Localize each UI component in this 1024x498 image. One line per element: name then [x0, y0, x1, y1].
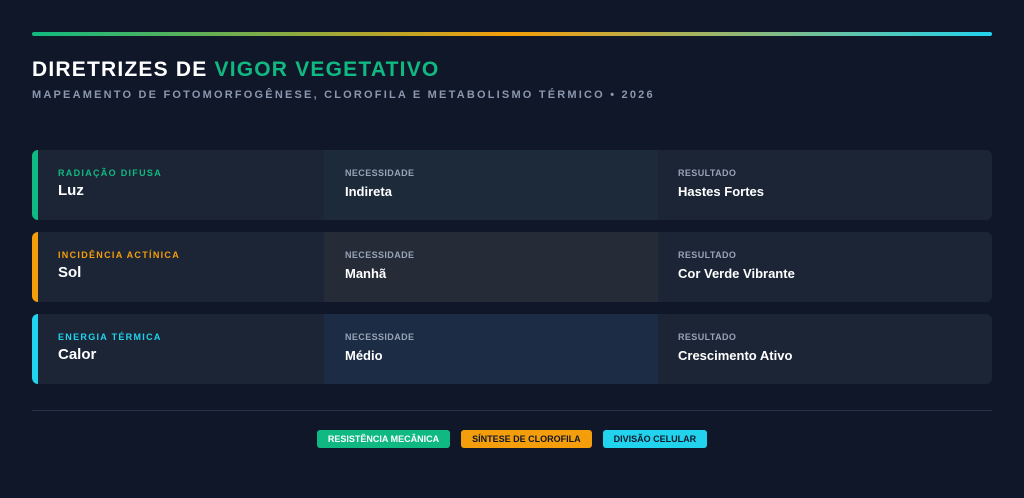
- need-cell: NECESSIDADE Médio: [324, 314, 658, 384]
- guideline-row-heat: ENERGIA TÉRMICA Calor NECESSIDADE Médio …: [32, 314, 992, 384]
- title-accent: VIGOR VEGETATIVO: [214, 58, 440, 81]
- need-cell: NECESSIDADE Indireta: [324, 150, 658, 220]
- legend: RESISTÊNCIA MECÂNICA SÍNTESE DE CLOROFIL…: [0, 430, 1024, 448]
- legend-pill-cell-division: DIVISÃO CELULAR: [602, 430, 708, 448]
- need-label: NECESSIDADE: [345, 168, 415, 178]
- factor-name: Luz: [58, 182, 84, 199]
- category-label: ENERGIA TÉRMICA: [58, 332, 162, 342]
- result-cell: RESULTADO Crescimento Ativo: [658, 314, 992, 384]
- result-label: RESULTADO: [678, 332, 737, 342]
- accent-gradient-bar: [32, 32, 992, 36]
- legend-pill-chlorophyll-synthesis: SÍNTESE DE CLOROFILA: [461, 430, 592, 448]
- legend-pill-mechanical-resistance: RESISTÊNCIA MECÂNICA: [316, 430, 451, 448]
- result-cell: RESULTADO Cor Verde Vibrante: [658, 232, 992, 302]
- factor-name: Calor: [58, 346, 97, 363]
- guideline-rows: RADIAÇÃO DIFUSA Luz NECESSIDADE Indireta…: [32, 150, 992, 396]
- factor-cell: RADIAÇÃO DIFUSA Luz: [38, 150, 324, 220]
- result-value: Cor Verde Vibrante: [678, 266, 795, 281]
- need-value: Manhã: [345, 266, 387, 281]
- section-divider: [32, 410, 992, 411]
- title-prefix: DIRETRIZES DE: [32, 58, 215, 81]
- need-label: NECESSIDADE: [345, 332, 415, 342]
- need-label: NECESSIDADE: [345, 250, 415, 260]
- need-cell: NECESSIDADE Manhã: [324, 232, 658, 302]
- need-value: Indireta: [345, 184, 392, 199]
- page-title: DIRETRIZES DE VIGOR VEGETATIVO: [32, 58, 439, 82]
- need-value: Médio: [345, 348, 383, 363]
- page-subtitle: MAPEAMENTO DE FOTOMORFOGÊNESE, CLOROFILA…: [32, 89, 655, 101]
- factor-name: Sol: [58, 264, 82, 281]
- result-value: Hastes Fortes: [678, 184, 764, 199]
- result-label: RESULTADO: [678, 250, 737, 260]
- factor-cell: ENERGIA TÉRMICA Calor: [38, 314, 324, 384]
- factor-cell: INCIDÊNCIA ACTÍNICA Sol: [38, 232, 324, 302]
- category-label: INCIDÊNCIA ACTÍNICA: [58, 250, 181, 260]
- guideline-row-light: RADIAÇÃO DIFUSA Luz NECESSIDADE Indireta…: [32, 150, 992, 220]
- guideline-row-sun: INCIDÊNCIA ACTÍNICA Sol NECESSIDADE Manh…: [32, 232, 992, 302]
- result-value: Crescimento Ativo: [678, 348, 793, 363]
- result-label: RESULTADO: [678, 168, 737, 178]
- result-cell: RESULTADO Hastes Fortes: [658, 150, 992, 220]
- category-label: RADIAÇÃO DIFUSA: [58, 168, 162, 178]
